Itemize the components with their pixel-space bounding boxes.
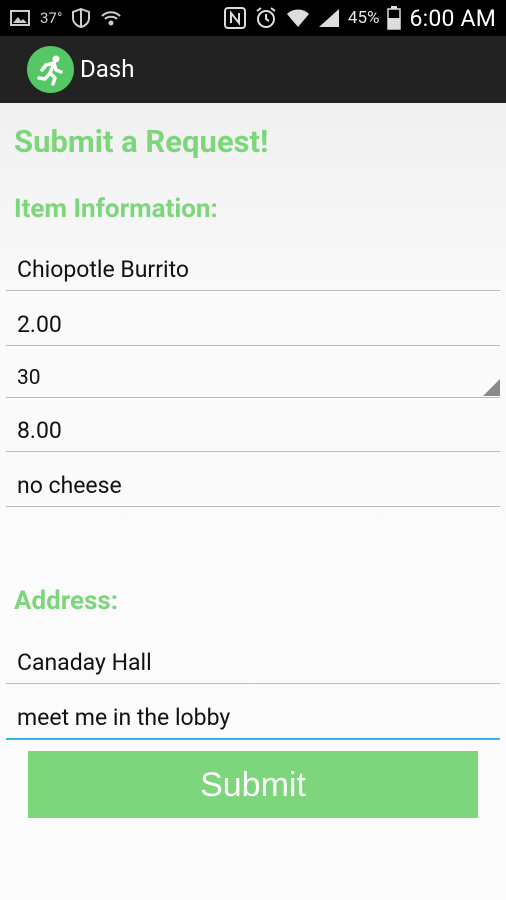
page-title: Submit a Request! (14, 123, 269, 160)
app-title: Dash (80, 55, 135, 83)
notes-value: no cheese (17, 472, 122, 499)
shield-icon (72, 8, 91, 28)
location-field[interactable]: Canaday Hall (6, 633, 500, 684)
location-value: Canaday Hall (17, 649, 152, 676)
status-bar: 37° 45% 6:00 AM (0, 0, 506, 36)
item-name-field[interactable]: Chiopotle Burrito (6, 240, 500, 291)
price-value: 2.00 (17, 311, 62, 338)
instructions-field[interactable]: meet me in the lobby (6, 688, 500, 740)
item-information-heading: Item Information: (14, 194, 218, 224)
wifi-hotspot-icon (100, 9, 122, 27)
nfc-icon (223, 7, 246, 29)
app-logo-runner-icon[interactable] (27, 46, 74, 93)
alarm-icon (254, 6, 278, 30)
battery-icon (387, 6, 402, 30)
request-form: Submit a Request! Item Information: Chio… (0, 103, 506, 900)
dropdown-arrow-icon (483, 379, 500, 396)
action-bar: Dash (0, 36, 506, 103)
clock: 6:00 AM (409, 4, 496, 32)
tip-value: 8.00 (17, 417, 62, 444)
quantity-spinner[interactable]: 30 (6, 347, 500, 398)
wifi-icon (286, 8, 310, 28)
gallery-icon (10, 9, 30, 27)
signal-icon (318, 8, 340, 28)
item-name-value: Chiopotle Burrito (17, 256, 190, 283)
battery-percent: 45% (347, 8, 380, 28)
notes-field[interactable]: no cheese (6, 456, 500, 507)
address-heading: Address: (14, 586, 119, 616)
submit-button[interactable]: Submit (28, 751, 478, 818)
instructions-value: meet me in the lobby (17, 704, 231, 731)
price-field[interactable]: 2.00 (6, 295, 500, 346)
tip-field[interactable]: 8.00 (6, 401, 500, 452)
temperature-text: 37° (40, 9, 63, 27)
quantity-value: 30 (17, 366, 41, 390)
